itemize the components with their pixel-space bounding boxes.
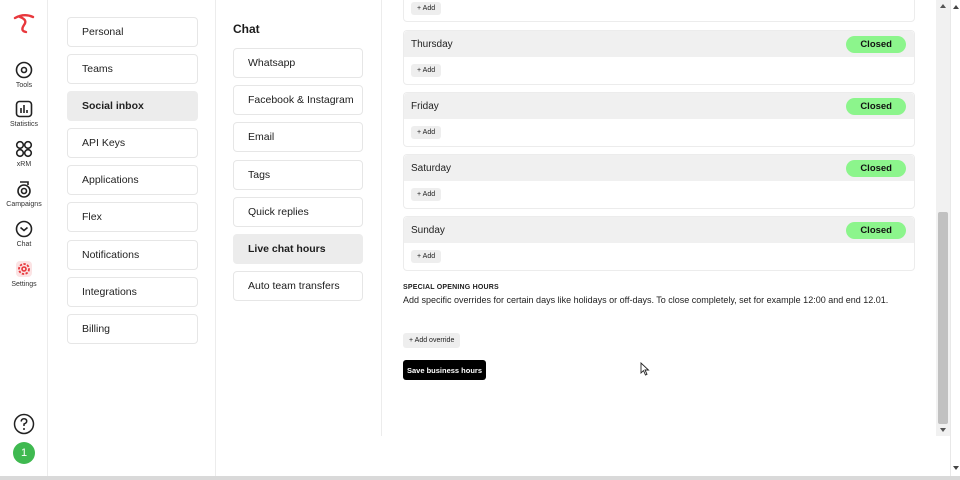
rail-label: Settings xyxy=(11,281,37,288)
settings-item-social-inbox[interactable]: Social inbox xyxy=(67,91,198,121)
window-edge xyxy=(950,0,960,480)
settings-icon xyxy=(16,261,32,277)
settings-item-notifications[interactable]: Notifications xyxy=(67,240,198,270)
chat-section-title: Chat xyxy=(233,22,260,36)
rail-item-tools[interactable]: Tools xyxy=(0,60,48,89)
main-scrollbar[interactable] xyxy=(936,0,950,436)
add-override-button[interactable]: + Add override xyxy=(403,333,461,348)
settings-item-billing[interactable]: Billing xyxy=(67,314,198,344)
special-hours-title: SPECIAL OPENING HOURS xyxy=(403,284,499,291)
chat-item-auto-team-transfers[interactable]: Auto team transfers xyxy=(233,271,363,301)
scroll-down-icon[interactable] xyxy=(940,428,946,432)
rail-item-statistics[interactable]: Statistics xyxy=(0,99,48,128)
rail-label: Chat xyxy=(16,241,32,248)
status-badge[interactable]: Closed xyxy=(846,221,906,239)
chat-icon xyxy=(15,220,33,238)
settings-item-api-keys[interactable]: API Keys xyxy=(67,128,198,158)
rail-item-campaigns[interactable]: Campaigns xyxy=(0,179,48,208)
rail-item-settings[interactable]: Settings xyxy=(0,259,48,288)
settings-item-personal[interactable]: Personal xyxy=(67,17,198,47)
chat-item-tags[interactable]: Tags xyxy=(233,160,363,190)
day-card-wednesday: + Add xyxy=(403,0,915,22)
outer-scroll-up-icon[interactable] xyxy=(953,5,959,9)
settings-item-integrations[interactable]: Integrations xyxy=(67,277,198,307)
tools-icon xyxy=(15,61,33,79)
mouse-cursor-icon xyxy=(640,362,650,376)
day-card-sunday: Sunday Closed + Add xyxy=(403,216,915,271)
rail-label: Statistics xyxy=(9,121,38,128)
outer-scroll-down-icon[interactable] xyxy=(953,466,959,470)
special-hours-description: Add specific overrides for certain days … xyxy=(403,295,889,305)
settings-item-applications[interactable]: Applications xyxy=(67,165,198,195)
rail-item-xrm[interactable]: xRM xyxy=(0,139,48,168)
status-badge[interactable]: Closed xyxy=(846,35,906,53)
app-rail: Tools Statistics xRM Campaigns Chat Sett… xyxy=(0,0,48,480)
chat-item-whatsapp[interactable]: Whatsapp xyxy=(233,48,363,78)
rail-label: Tools xyxy=(15,82,33,89)
day-card-friday: Friday Closed + Add xyxy=(403,92,915,147)
chat-item-facebook-instagram[interactable]: Facebook & Instagram xyxy=(233,85,363,115)
statistics-icon xyxy=(15,100,33,118)
day-name: Saturday xyxy=(411,162,452,174)
add-hours-button[interactable]: + Add xyxy=(411,250,442,263)
chat-item-quick-replies[interactable]: Quick replies xyxy=(233,197,363,227)
status-badge[interactable]: Closed xyxy=(846,159,906,177)
day-name: Friday xyxy=(411,100,439,112)
day-name: Thursday xyxy=(411,38,453,50)
add-hours-button[interactable]: + Add xyxy=(411,126,442,139)
rail-label: xRM xyxy=(16,161,32,168)
settings-item-teams[interactable]: Teams xyxy=(67,54,198,84)
settings-item-flex[interactable]: Flex xyxy=(67,202,198,232)
add-hours-button[interactable]: + Add xyxy=(411,188,442,201)
rail-item-chat[interactable]: Chat xyxy=(0,219,48,248)
campaigns-icon xyxy=(17,181,31,198)
add-hours-button[interactable]: + Add xyxy=(411,2,442,15)
chat-item-email[interactable]: Email xyxy=(233,122,363,152)
settings-nav: Personal Teams Social inbox API Keys App… xyxy=(48,0,216,480)
window-bottom-edge xyxy=(0,476,960,480)
scroll-up-icon[interactable] xyxy=(940,4,946,8)
avatar[interactable]: 1 xyxy=(13,442,35,464)
help-icon[interactable] xyxy=(13,413,35,435)
scroll-thumb[interactable] xyxy=(938,212,948,424)
xrm-icon xyxy=(15,140,33,158)
brand-logo-icon[interactable] xyxy=(12,12,36,34)
add-hours-button[interactable]: + Add xyxy=(411,64,442,77)
rail-label: Campaigns xyxy=(6,201,42,208)
chat-settings-nav: Chat Whatsapp Facebook & Instagram Email… xyxy=(216,0,382,436)
business-hours-panel: + Add Thursday Closed + Add Friday Close… xyxy=(382,0,936,436)
status-badge[interactable]: Closed xyxy=(846,97,906,115)
day-name: Sunday xyxy=(411,224,445,236)
day-card-saturday: Saturday Closed + Add xyxy=(403,154,915,209)
save-business-hours-button[interactable]: Save business hours xyxy=(403,360,486,380)
chat-item-live-chat-hours[interactable]: Live chat hours xyxy=(233,234,363,264)
day-card-thursday: Thursday Closed + Add xyxy=(403,30,915,85)
